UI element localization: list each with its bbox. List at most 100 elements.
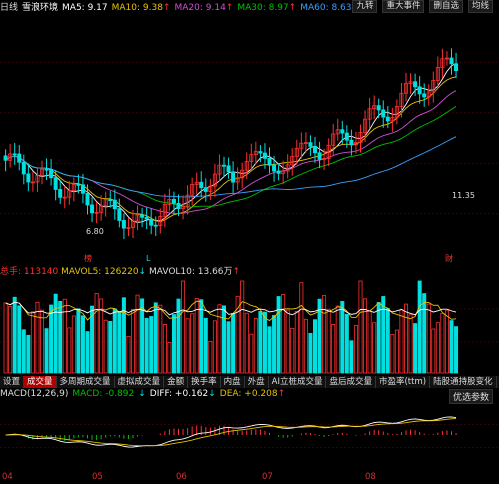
volume-bar <box>35 301 40 374</box>
volume-bar <box>335 305 340 374</box>
volume-bar <box>130 309 135 374</box>
candle-body <box>385 116 390 122</box>
candle-body <box>272 164 277 172</box>
volume-bar <box>231 313 236 374</box>
macd-value: MACD: -0.892 <box>72 389 135 399</box>
candle-body <box>12 153 17 156</box>
tab-volume[interactable]: 成交量 <box>24 376 57 388</box>
candle-body <box>413 81 418 88</box>
ma60-line <box>5 136 457 198</box>
diff-arrow: ↓ <box>208 389 216 399</box>
volume-bar <box>440 312 445 374</box>
marker-bang[interactable]: 榜 <box>84 253 92 263</box>
candle-body <box>144 216 149 220</box>
volume-bar <box>199 299 204 374</box>
volume-bar <box>8 306 13 374</box>
tab-settings[interactable]: 设置 <box>0 376 25 388</box>
candle-body <box>276 170 281 174</box>
candle-body <box>121 220 126 229</box>
volume-bar <box>53 293 58 374</box>
candle-body <box>349 139 354 146</box>
candle-body <box>344 132 349 141</box>
volume-bar <box>349 340 354 374</box>
price-chart[interactable]: 11.35 6.80 榜 L 财 <box>0 12 499 264</box>
x-tick-05: 05 <box>92 472 103 482</box>
low-price-label: 6.80 <box>86 227 104 236</box>
candle-body <box>149 218 154 226</box>
volume-bar <box>413 323 418 374</box>
volume-bar <box>249 333 254 374</box>
volume-bar <box>85 331 90 374</box>
volume-bar <box>281 294 286 374</box>
tab-pe-ttm[interactable]: 市盈率(ttm) <box>376 376 431 388</box>
candle-body <box>176 202 181 210</box>
volume-bar <box>312 319 317 374</box>
macd-arrow: ↓ <box>138 389 146 399</box>
chart-header: 日线 雪浪环境 MA5: 9.17 MA10: 9.38↑ MA20: 9.14↑ MA3… <box>0 0 499 13</box>
x-tick-07: 07 <box>262 472 273 482</box>
volume-bar <box>403 303 408 374</box>
volume-bar <box>12 296 17 374</box>
tab-amount[interactable]: 金额 <box>164 376 189 388</box>
volume-bar <box>322 295 327 374</box>
candle-body <box>381 109 386 118</box>
tab-ai-volume[interactable]: AI立桩成交量 <box>269 376 327 388</box>
macd-title: MACD(12,26,9) <box>0 389 69 399</box>
volume-bar <box>240 280 245 374</box>
volume-bar <box>408 314 413 374</box>
macd-chart[interactable] <box>0 401 499 471</box>
volume-bar <box>80 315 85 374</box>
volume-bar <box>267 326 272 374</box>
volume-bar <box>454 326 459 374</box>
tab-virtual-volume[interactable]: 虚拟成交量 <box>115 376 165 388</box>
tab-outer[interactable]: 外盘 <box>245 376 269 388</box>
volume-bar <box>340 300 345 374</box>
volume-header: 总手: 113140 MAVOL5: 126220↓ MAVOL10: 13.6… <box>0 264 499 277</box>
candle-body <box>117 208 122 221</box>
volume-bar <box>449 320 454 374</box>
marker-l[interactable]: L <box>146 254 151 263</box>
candle-body <box>26 173 31 183</box>
volume-bar <box>394 329 399 374</box>
volume-bar <box>217 304 222 374</box>
volume-bar <box>49 304 54 374</box>
indicator-tabs: 设置 成交量 多周期成交量 虚拟成交量 金额 换手率 内盘 外盘 AI立桩成交量 盘后成交量 市盈率… <box>0 376 499 388</box>
candle-body <box>112 199 117 210</box>
volume-bar <box>435 322 440 374</box>
candle-body <box>17 153 22 163</box>
volume-bar <box>212 320 217 374</box>
candle-body <box>312 145 317 154</box>
volume-bar <box>62 298 67 374</box>
candle-body <box>76 183 81 186</box>
volume-bar <box>135 294 140 374</box>
candle-body <box>58 189 63 198</box>
candle-body <box>226 165 231 173</box>
candle-body <box>153 224 158 227</box>
volume-bar <box>158 304 163 374</box>
volume-bar <box>153 302 158 374</box>
volume-bar <box>258 311 263 374</box>
candle-body <box>340 129 345 134</box>
candle-body <box>258 151 263 154</box>
volume-bar <box>108 320 113 374</box>
candle-body <box>44 168 49 171</box>
volume-bar <box>112 308 117 374</box>
x-tick-08: 08 <box>365 472 376 482</box>
x-axis: 04 05 06 07 08 <box>0 472 499 484</box>
marker-cai[interactable]: 财 <box>445 253 453 263</box>
volume-bar <box>203 317 208 374</box>
tab-after-hours[interactable]: 盘后成交量 <box>326 376 376 388</box>
tab-inner[interactable]: 内盘 <box>221 376 245 388</box>
volume-bar <box>381 296 386 374</box>
tab-turnover[interactable]: 换手率 <box>188 376 221 388</box>
volume-bar <box>426 303 431 374</box>
macd-header: MACD(12,26,9) MACD: -0.892 ↓ DIFF: +0.162↓ D… <box>0 389 499 404</box>
volume-bar <box>117 311 122 374</box>
volume-bar <box>176 298 181 374</box>
volume-bar <box>185 318 190 374</box>
tab-multi-period-volume[interactable]: 多周期成交量 <box>57 376 115 388</box>
volume-bar <box>299 282 304 374</box>
tab-hk-connect[interactable]: 陆股通持股变化 <box>430 376 497 388</box>
volume-bar <box>276 296 281 374</box>
volume-chart[interactable] <box>0 276 499 375</box>
